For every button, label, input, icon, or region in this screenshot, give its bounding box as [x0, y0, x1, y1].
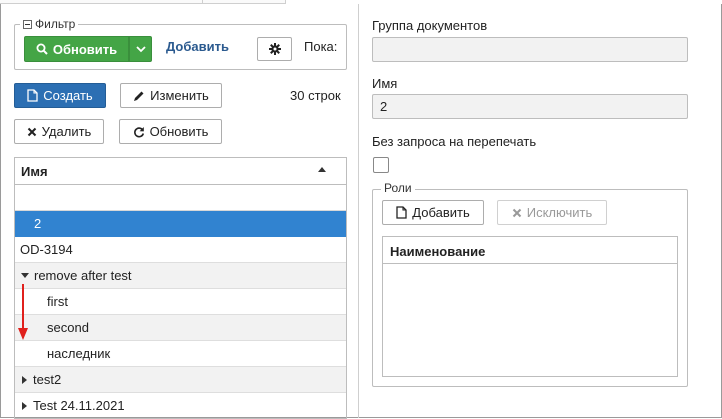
show-label: Пока: [304, 39, 338, 54]
collapse-icon[interactable] [23, 19, 32, 29]
name-label: Имя [372, 76, 398, 91]
roles-exclude-button[interactable]: Исключить [497, 200, 607, 225]
table-row[interactable]: наследник [15, 341, 346, 367]
table-row[interactable]: OD-3194 [15, 237, 346, 263]
filter-refresh-label: Обновить [52, 41, 118, 57]
roles-add-button[interactable]: Добавить [382, 200, 484, 225]
filter-refresh-dropdown[interactable] [129, 36, 152, 62]
delete-button[interactable]: Удалить [14, 119, 104, 144]
top-tab-strip [0, 0, 722, 4]
close-icon [512, 208, 521, 217]
no-request-label: Без запроса на перепечать [372, 134, 537, 149]
name-field[interactable]: 2 [372, 94, 688, 119]
table-row[interactable]: remove after test [15, 263, 346, 289]
annotation-arrow-icon [18, 284, 28, 340]
roles-exclude-label: Исключить [526, 205, 593, 220]
pencil-icon [134, 91, 144, 101]
roles-legend: Роли [381, 181, 415, 195]
doc-group-label: Группа документов [372, 18, 488, 33]
grid-filter-row[interactable] [15, 185, 346, 211]
settings-button[interactable] [257, 37, 292, 61]
document-icon [27, 89, 38, 102]
document-icon [396, 206, 407, 219]
delete-label: Удалить [41, 124, 92, 139]
doc-group-field[interactable] [372, 37, 688, 62]
no-request-checkbox[interactable] [373, 157, 389, 173]
filter-legend-label: Фильтр [35, 17, 76, 31]
refresh-button[interactable]: Обновить [119, 119, 222, 144]
filter-add-link[interactable]: Добавить [166, 39, 229, 54]
documents-grid: Имя 2 OD-3194 remove after test first se… [14, 157, 347, 419]
sort-ascending-icon[interactable] [318, 167, 326, 172]
table-row[interactable]: 2 [15, 211, 346, 237]
table-row[interactable]: test2 [15, 367, 346, 393]
refresh-label: Обновить [149, 124, 209, 139]
edit-button[interactable]: Изменить [120, 83, 222, 108]
table-row[interactable]: Test 24.11.2021 [15, 393, 346, 418]
search-icon [36, 43, 48, 55]
row-count: 30 строк [290, 88, 341, 103]
collapsed-icon[interactable] [22, 375, 27, 384]
close-icon [27, 127, 36, 136]
create-label: Создать [43, 88, 93, 103]
grid-header[interactable]: Имя [15, 158, 346, 185]
table-row[interactable]: second [15, 315, 346, 341]
create-button[interactable]: Создать [14, 83, 106, 108]
panel-divider[interactable] [358, 4, 359, 418]
edit-label: Изменить [150, 88, 209, 103]
roles-table: Наименование [382, 236, 678, 377]
roles-table-header[interactable]: Наименование [383, 237, 677, 264]
roles-add-label: Добавить [412, 205, 470, 220]
expanded-icon[interactable] [21, 273, 29, 278]
filter-refresh-button[interactable]: Обновить [24, 36, 129, 62]
chevron-down-icon [135, 45, 146, 52]
filter-legend[interactable]: Фильтр [20, 17, 79, 31]
table-row[interactable]: first [15, 289, 346, 315]
collapsed-icon[interactable] [22, 401, 27, 410]
column-title-header: Наименование [390, 244, 486, 259]
gear-icon [268, 43, 281, 55]
refresh-icon [133, 126, 144, 137]
column-name-header: Имя [21, 164, 48, 179]
